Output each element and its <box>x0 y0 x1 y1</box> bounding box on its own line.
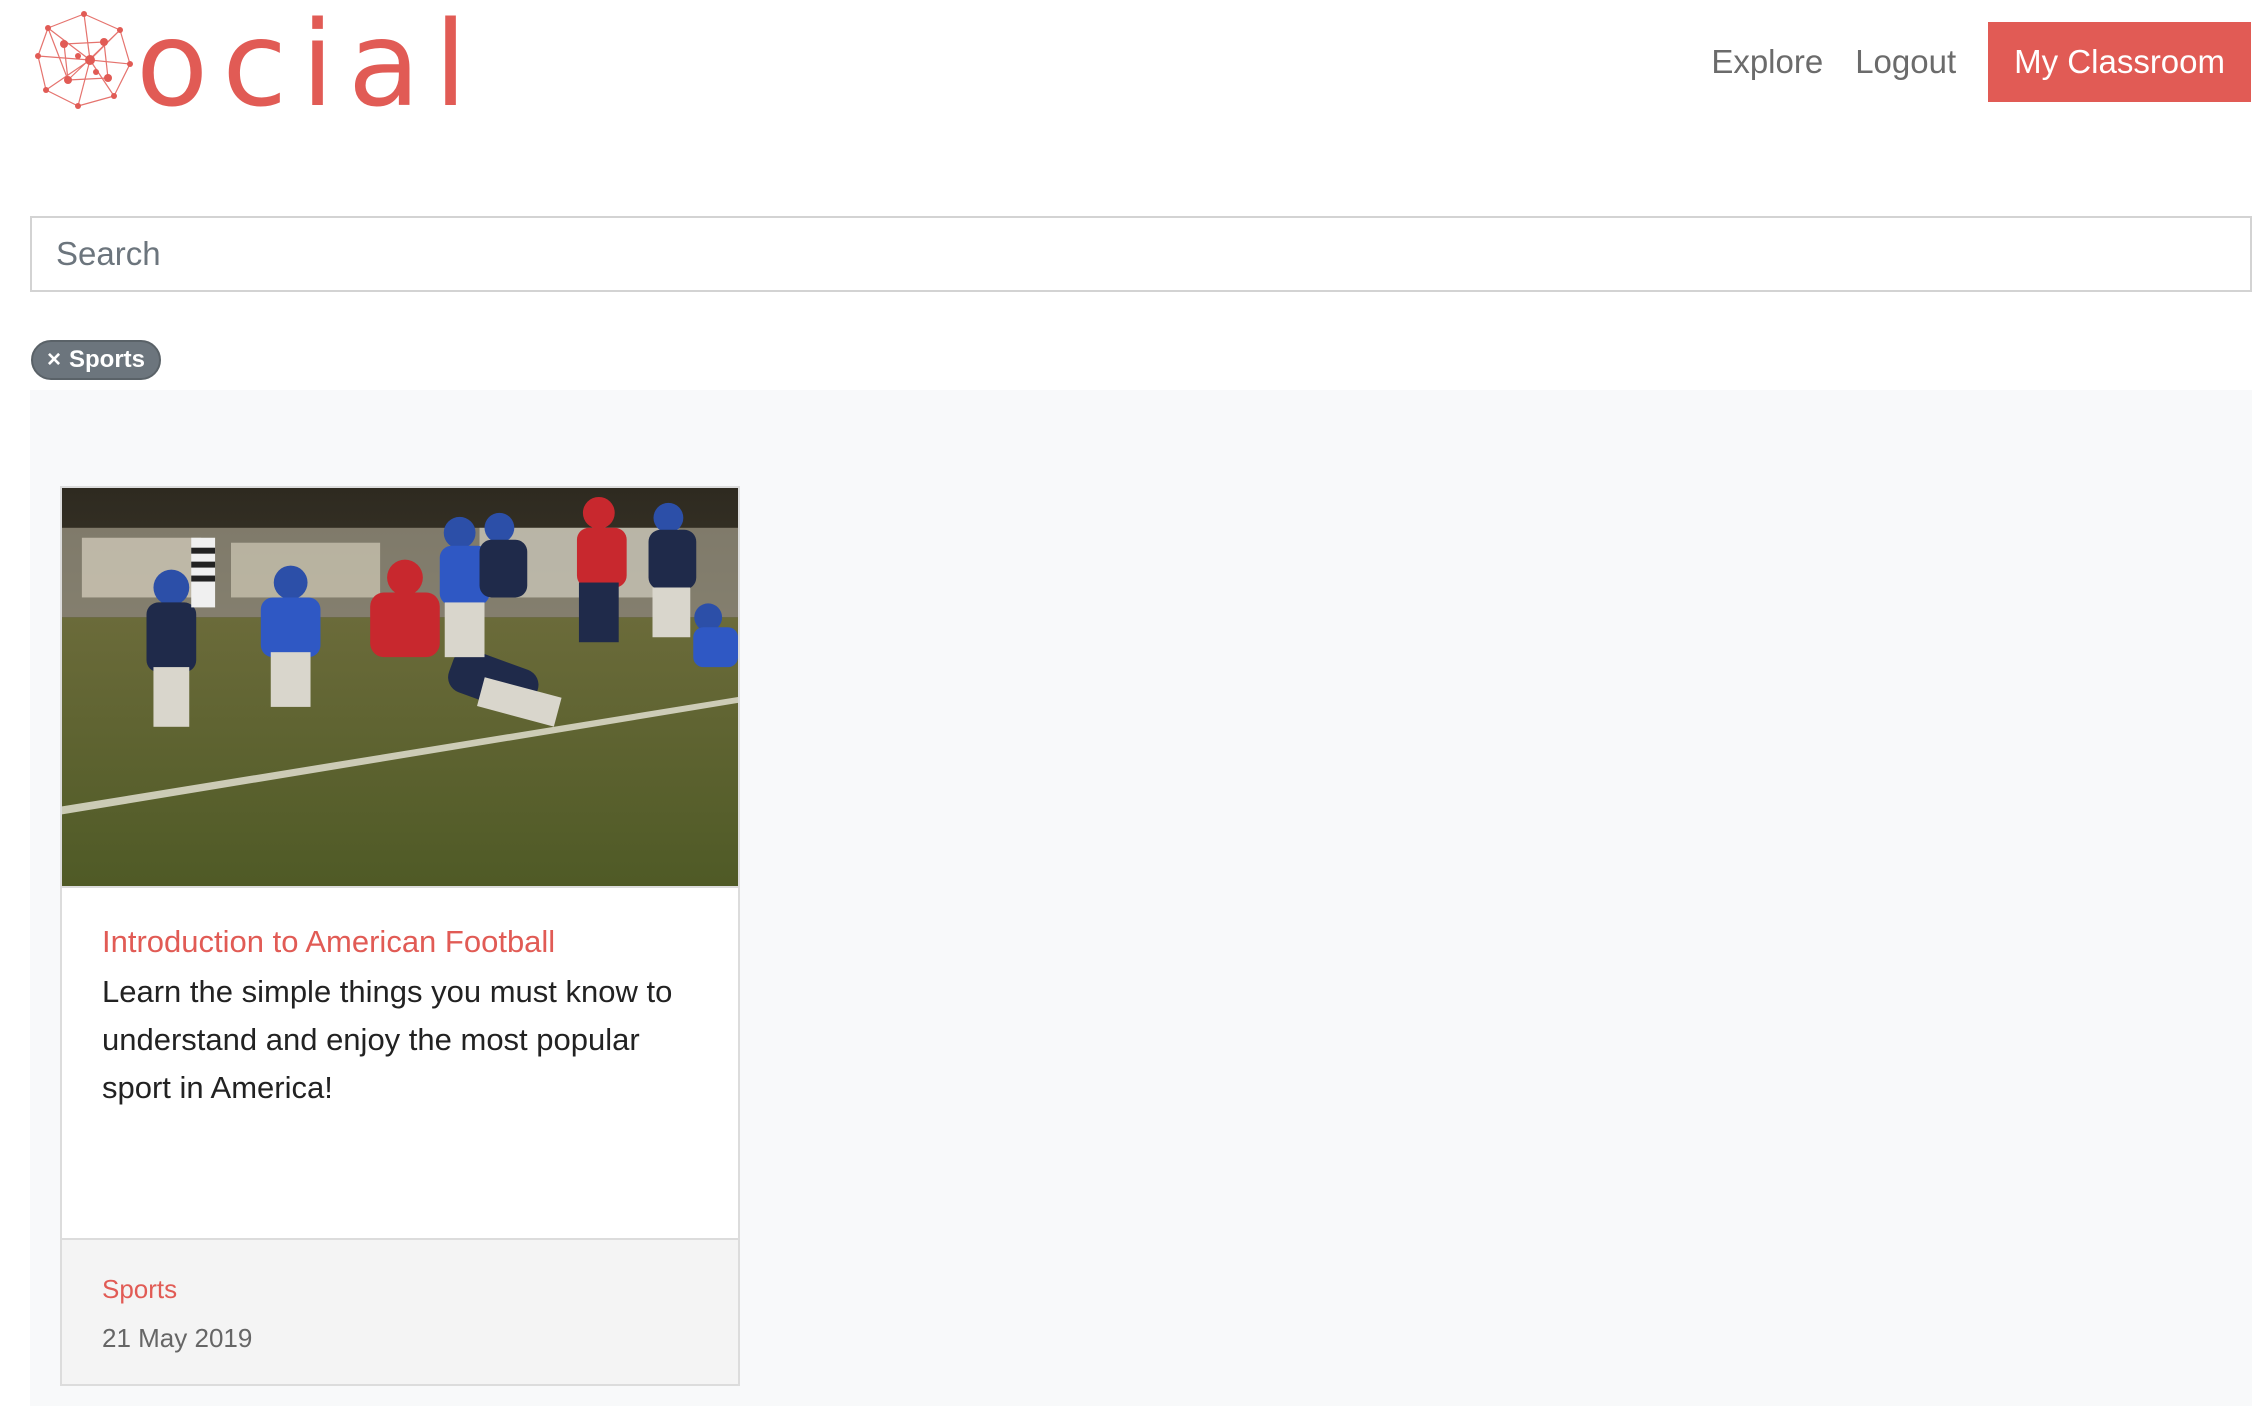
site-logo[interactable]: ocial <box>34 0 524 133</box>
course-image[interactable] <box>62 488 738 888</box>
course-card[interactable]: Introduction to American Football Learn … <box>60 486 740 1386</box>
course-category-link[interactable]: Sports <box>102 1274 698 1305</box>
course-date: 21 May 2019 <box>102 1323 253 1353</box>
course-card-footer: Sports 21 May 2019 <box>62 1238 738 1384</box>
logo-network-icon: ocial <box>35 0 481 133</box>
course-title-link[interactable]: Introduction to American Football <box>102 924 698 960</box>
course-description: Learn the simple things you must know to… <box>102 974 673 1105</box>
nav-logout-link[interactable]: Logout <box>1855 43 1956 81</box>
filter-chip-sports[interactable]: × Sports <box>31 340 162 380</box>
my-classroom-button[interactable]: My Classroom <box>1988 22 2251 102</box>
nav-explore-link[interactable]: Explore <box>1711 43 1823 81</box>
top-nav: Explore Logout My Classroom <box>1711 22 2251 102</box>
course-card-body: Introduction to American Football Learn … <box>62 888 738 1240</box>
close-icon[interactable]: × <box>47 348 61 372</box>
logo-text: ocial <box>136 6 481 110</box>
filter-chip-label: Sports <box>69 346 146 373</box>
search-input[interactable] <box>30 216 2252 292</box>
results-panel: Introduction to American Football Learn … <box>30 390 2252 1406</box>
